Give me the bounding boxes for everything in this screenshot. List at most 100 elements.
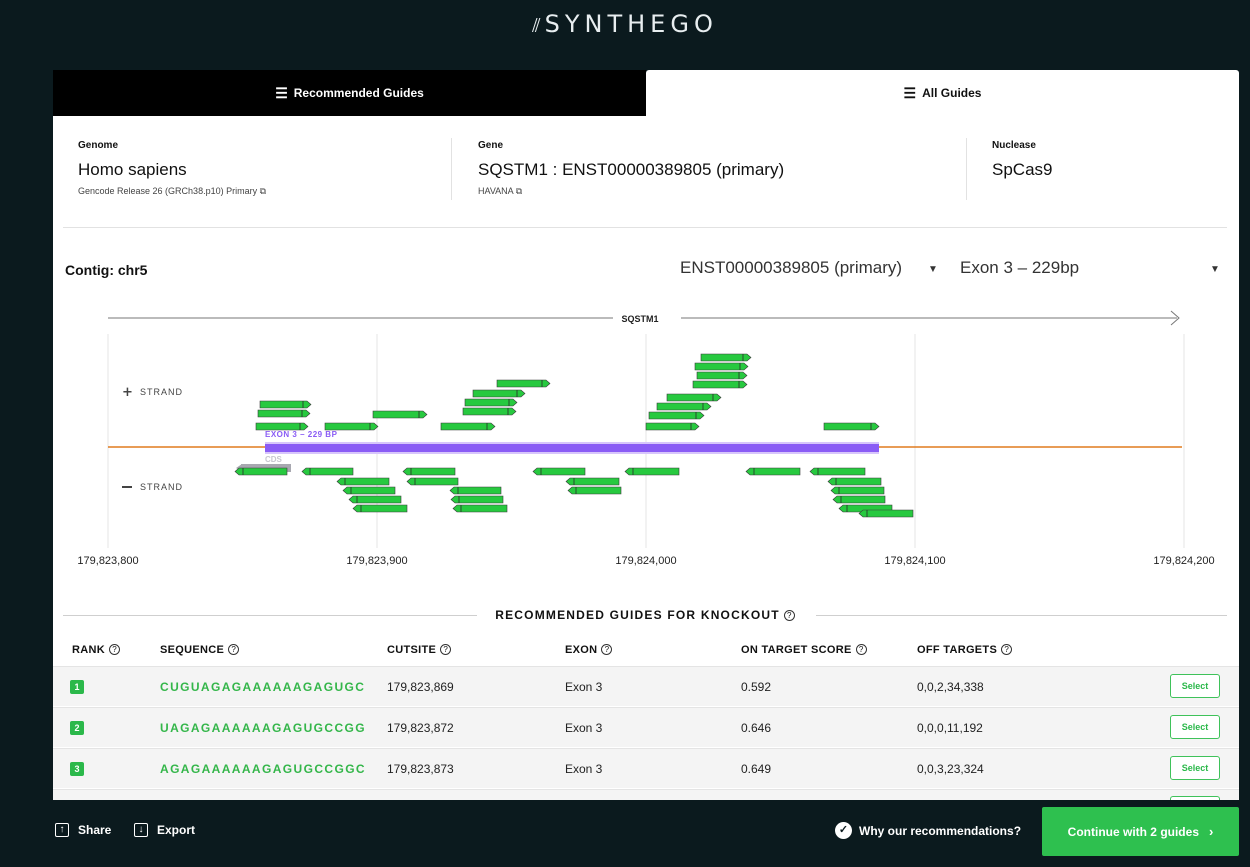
on-target-score: 0.649 (741, 762, 772, 776)
section-title-wrap: RECOMMENDED GUIDES FOR KNOCKOUT? (487, 608, 803, 622)
contig-info: Contig: chr5 (65, 262, 147, 278)
footer-bar: ↑ Share ↓ Export ✓ Why our recommendatio… (0, 800, 1250, 867)
cds-label: CDS (265, 455, 283, 464)
col-on-target: ON TARGET SCORE? (741, 644, 867, 656)
gene-label: Gene (478, 140, 504, 151)
on-target-score: 0.592 (741, 680, 772, 694)
col-label: EXON (565, 644, 598, 656)
minus-guide-arrow (567, 486, 622, 495)
select-button[interactable]: Select (1170, 715, 1220, 739)
help-icon[interactable]: ? (783, 610, 795, 621)
plus-guide-arrow (696, 371, 748, 380)
external-link-icon: ⧉ (515, 186, 523, 196)
map-gridlines (107, 334, 1185, 548)
guides-panel: Genome Homo sapiens Gencode Release 26 (… (53, 116, 1239, 800)
help-icon[interactable]: ? (1001, 644, 1013, 655)
chevron-down-icon[interactable]: ▼ (928, 264, 938, 275)
select-button[interactable]: Select (1170, 756, 1220, 780)
export-label: Export (157, 823, 196, 837)
why-label: Why our recommendations? (859, 823, 1022, 838)
gene-source-link[interactable]: HAVANA ⧉ (478, 186, 784, 197)
minus-guide-arrow (342, 486, 396, 495)
table-row-partial[interactable] (53, 789, 1239, 800)
minus-guide-arrow (565, 477, 620, 486)
select-button[interactable]: Select (1170, 674, 1220, 698)
plus-guide-arrow (464, 398, 518, 407)
design-summary: Genome Homo sapiens Gencode Release 26 (… (53, 116, 1239, 228)
col-label: CUTSITE (387, 644, 437, 656)
plus-guide-arrow (259, 400, 312, 409)
export-button[interactable]: ↓ Export (134, 823, 195, 837)
coordinate-tick-label: 179,824,100 (884, 555, 945, 567)
gene-name: SQSTM1 (621, 314, 658, 324)
nuclease-value: SpCas9 (992, 160, 1053, 179)
help-icon[interactable]: ? (228, 644, 240, 655)
col-rank: RANK? (72, 644, 120, 656)
table-header: RANK? SEQUENCE? CUTSITE? EXON? ON TARGET… (53, 644, 1239, 666)
minus-guide-arrow (452, 504, 508, 513)
share-button[interactable]: ↑ Share (55, 823, 111, 837)
tab-label: Recommended Guides (293, 86, 424, 100)
tab-label: All Guides (922, 86, 982, 100)
plus-guide-arrow (440, 422, 496, 431)
help-icon[interactable]: ? (440, 644, 452, 655)
gene-info: Gene SQSTM1 : ENST00000389805 (primary) … (478, 140, 784, 197)
plus-guide-arrow (645, 422, 700, 431)
table-row[interactable]: 2 UAGAGAAAAAAGAGUGCCGG 179,823,872 Exon … (53, 707, 1239, 747)
list-check-icon: ☰ (275, 84, 288, 101)
help-icon[interactable]: ? (601, 644, 613, 655)
off-targets: 0,0,3,23,324 (917, 762, 984, 776)
table-row[interactable]: 1 CUGUAGAGAAAAAAGAGUGC 179,823,869 Exon … (53, 666, 1239, 706)
list-icon: ☰ (903, 84, 917, 101)
cutsite: 179,823,873 (387, 762, 454, 776)
minus-guide-arrow (827, 477, 882, 486)
minus-strand-icon (122, 486, 132, 488)
divider (966, 138, 967, 200)
gene-value: SQSTM1 : ENST00000389805 (primary) (478, 160, 785, 179)
guide-body (696, 371, 748, 380)
continue-button[interactable]: Continue with 2 guides › (1042, 807, 1239, 856)
nuclease-label: Nuclease (992, 140, 1036, 151)
section-title: RECOMMENDED GUIDES FOR KNOCKOUT (495, 608, 780, 622)
divider (63, 227, 1227, 228)
rank-badge: 3 (70, 762, 84, 776)
off-targets: 0,0,2,34,338 (917, 680, 984, 694)
minus-guide-arrow (450, 495, 504, 504)
minus-guide-arrow (832, 495, 886, 504)
exon: Exon 3 (565, 721, 603, 735)
share-label: Share (78, 823, 112, 837)
col-off-targets: OFF TARGETS? (917, 644, 1013, 656)
recommended-header: RECOMMENDED GUIDES FOR KNOCKOUT? (63, 606, 1227, 624)
table-row[interactable]: 3 AGAGAAAAAAGAGUGCCGGC 179,823,873 Exon … (53, 748, 1239, 788)
chevron-down-icon[interactable]: ▼ (1210, 264, 1220, 275)
guide-map: SQSTM1 + STRAND STRAND EXON 3 – 229 BP C… (77, 310, 1215, 567)
transcript-select[interactable]: ENST00000389805 (primary) (680, 258, 902, 278)
why-recommendations-link[interactable]: ✓ Why our recommendations? (835, 822, 1021, 839)
plus-guide-arrow (257, 409, 311, 418)
guide-sequence: AGAGAAAAAAGAGUGCCGGC (160, 762, 366, 776)
external-link-icon: ⧉ (259, 186, 267, 196)
off-targets: 0,0,0,11,192 (917, 721, 983, 735)
tab-recommended-guides[interactable]: ☰ Recommended Guides (53, 70, 646, 116)
minus-guide-arrow (745, 467, 801, 476)
plus-guide-arrow (692, 380, 748, 389)
genome-label: Genome (78, 140, 119, 151)
coordinate-tick-label: 179,824,200 (1153, 555, 1214, 567)
guide-sequence: CUGUAGAGAAAAAAGAGUGC (160, 680, 366, 694)
genome-value: Homo sapiens (78, 160, 187, 179)
plus-guide-arrow (324, 422, 379, 431)
tab-all-guides[interactable]: ☰ All Guides (646, 70, 1239, 116)
cutsite: 179,823,869 (387, 680, 454, 694)
help-icon[interactable]: ? (108, 644, 120, 655)
coordinate-tick-label: 179,824,000 (615, 555, 676, 567)
rank-badge: 2 (70, 721, 84, 735)
plus-strand-label: STRAND (140, 387, 183, 397)
minus-guide-arrow (858, 509, 914, 518)
exon-select[interactable]: Exon 3 – 229bp (960, 258, 1079, 278)
col-exon: EXON? (565, 644, 613, 656)
synthego-logo-mark: ⫽ (532, 15, 541, 37)
col-label: SEQUENCE (160, 644, 225, 656)
help-icon[interactable]: ? (855, 644, 867, 655)
coordinate-tick-label: 179,823,800 (77, 555, 138, 567)
genome-source-link[interactable]: Gencode Release 26 (GRCh38.p10) Primary … (78, 186, 266, 197)
